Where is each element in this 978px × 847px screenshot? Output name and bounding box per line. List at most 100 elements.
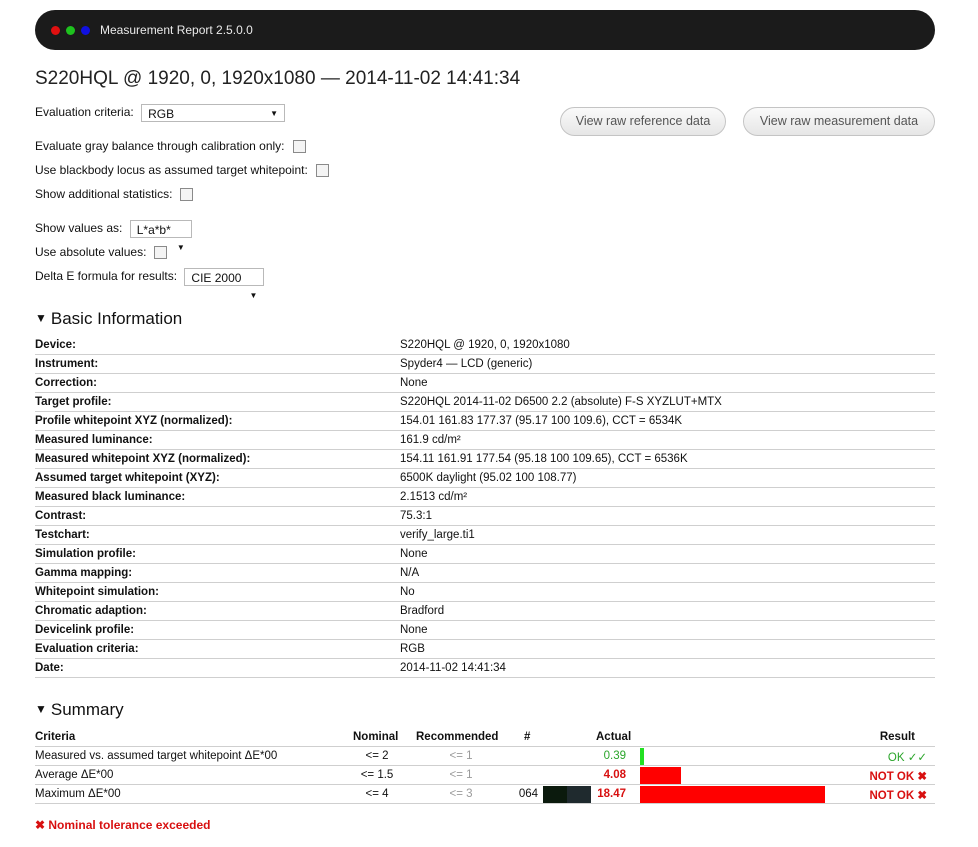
- color-swatch: [543, 786, 567, 803]
- info-key: Testchart:: [35, 529, 90, 541]
- basic-info-heading[interactable]: ▼ Basic Information: [35, 309, 182, 329]
- summary-row: Average ΔE*00 <= 1.5 <= 1 4.08 NOT OK ✖: [35, 766, 935, 785]
- blackbody-row: Use blackbody locus as assumed target wh…: [35, 163, 329, 178]
- delta-e-label: Delta E formula for results:: [35, 269, 178, 284]
- actual-value-bar: [640, 748, 644, 765]
- info-value: None: [400, 377, 428, 389]
- actual-value-bar: [640, 786, 825, 803]
- summary-heading[interactable]: ▼ Summary: [35, 700, 124, 720]
- criteria-cell: Measured vs. assumed target whitepoint Δ…: [35, 750, 278, 762]
- info-row: Devicelink profile: None: [35, 621, 935, 640]
- info-value: 161.9 cd/m²: [400, 434, 461, 446]
- minimize-button[interactable]: [66, 26, 75, 35]
- info-row: Correction: None: [35, 374, 935, 393]
- summary-table: Criteria Nominal Recommended # Actual Re…: [35, 728, 935, 804]
- maximize-button[interactable]: [81, 26, 90, 35]
- delta-e-select[interactable]: CIE 2000 ▼: [184, 268, 265, 300]
- summary-title: Summary: [50, 700, 124, 719]
- info-value: 2014-11-02 14:41:34: [400, 662, 506, 674]
- close-button[interactable]: [51, 26, 60, 35]
- tolerance-exceeded-note: ✖ Nominal tolerance exceeded: [35, 818, 211, 832]
- criteria-cell: Maximum ΔE*00: [35, 788, 121, 800]
- info-key: Date:: [35, 662, 64, 674]
- view-raw-measurement-button[interactable]: View raw measurement data: [743, 107, 935, 136]
- info-key: Evaluation criteria:: [35, 643, 139, 655]
- show-values-select[interactable]: L*a*b* ▼: [129, 220, 192, 252]
- chevron-down-icon: ▼: [270, 109, 279, 118]
- info-value: 154.01 161.83 177.37 (95.17 100 109.6), …: [400, 415, 683, 427]
- result-cell: OK ✓✓: [887, 752, 927, 764]
- info-row: Contrast: 75.3:1: [35, 507, 935, 526]
- blackbody-checkbox[interactable]: [315, 164, 329, 178]
- info-value: 2.1513 cd/m²: [400, 491, 468, 503]
- info-row: Measured black luminance: 2.1513 cd/m²: [35, 488, 935, 507]
- absolute-values-checkbox[interactable]: [154, 246, 168, 260]
- info-key: Target profile:: [35, 396, 112, 408]
- info-key: Device:: [35, 339, 76, 351]
- info-key: Chromatic adaption:: [35, 605, 147, 617]
- info-key: Whitepoint simulation:: [35, 586, 159, 598]
- info-row: Gamma mapping: N/A: [35, 564, 935, 583]
- nominal-cell: <= 2: [365, 750, 389, 762]
- window-title: Measurement Report 2.5.0.0: [100, 23, 253, 37]
- show-values-row: Show values as: L*a*b* ▼: [35, 220, 192, 252]
- absolute-values-row: Use absolute values:: [35, 245, 168, 260]
- additional-stats-label: Show additional statistics:: [35, 187, 173, 201]
- info-value: verify_large.ti1: [400, 529, 475, 541]
- gray-balance-label: Evaluate gray balance through calibratio…: [35, 139, 285, 153]
- info-value: Spyder4 — LCD (generic): [400, 358, 533, 370]
- result-cell: NOT OK ✖: [869, 771, 927, 783]
- info-value: S220HQL @ 1920, 0, 1920x1080: [400, 339, 570, 351]
- show-values-label: Show values as:: [35, 221, 123, 236]
- nominal-header: Nominal: [353, 731, 399, 743]
- delta-e-value: CIE 2000: [191, 271, 242, 285]
- absolute-values-label: Use absolute values:: [35, 245, 147, 259]
- delta-e-row: Delta E formula for results: CIE 2000 ▼: [35, 268, 265, 300]
- criteria-cell: Average ΔE*00: [35, 769, 114, 781]
- eval-criteria-select[interactable]: RGB ▼: [141, 104, 286, 122]
- info-key: Gamma mapping:: [35, 567, 133, 579]
- info-row: Profile whitepoint XYZ (normalized): 154.…: [35, 412, 935, 431]
- chevron-down-icon: ▼: [249, 291, 258, 300]
- info-key: Correction:: [35, 377, 97, 389]
- info-key: Measured black luminance:: [35, 491, 186, 503]
- window-titlebar: Measurement Report 2.5.0.0: [35, 10, 935, 50]
- actual-header: Actual: [596, 731, 632, 743]
- info-key: Simulation profile:: [35, 548, 136, 560]
- number-header: #: [524, 731, 531, 743]
- nominal-cell: <= 4: [365, 788, 389, 800]
- additional-stats-checkbox[interactable]: [180, 188, 194, 202]
- info-row: Testchart: verify_large.ti1: [35, 526, 935, 545]
- collapse-triangle-icon: ▼: [35, 702, 47, 716]
- info-key: Measured whitepoint XYZ (normalized):: [35, 453, 251, 465]
- blackbody-label: Use blackbody locus as assumed target wh…: [35, 163, 308, 177]
- info-row: Measured whitepoint XYZ (normalized): 154…: [35, 450, 935, 469]
- info-row: Instrument: Spyder4 — LCD (generic): [35, 355, 935, 374]
- info-row: Chromatic adaption: Bradford: [35, 602, 935, 621]
- collapse-triangle-icon: ▼: [35, 311, 47, 325]
- view-raw-reference-button[interactable]: View raw reference data: [560, 107, 726, 136]
- gray-balance-row: Evaluate gray balance through calibratio…: [35, 139, 306, 154]
- info-value: No: [400, 586, 415, 598]
- recommended-cell: <= 3: [449, 788, 473, 800]
- info-row: Whitepoint simulation: No: [35, 583, 935, 602]
- basic-info-table: Device: S220HQL @ 1920, 0, 1920x1080 Instr…: [35, 336, 935, 678]
- info-key: Measured luminance:: [35, 434, 153, 446]
- summary-header-row: Criteria Nominal Recommended # Actual Re…: [35, 728, 935, 747]
- actual-cell: 18.47: [597, 788, 626, 800]
- eval-criteria-label: Evaluation criteria:: [35, 105, 134, 120]
- info-value: N/A: [400, 567, 420, 579]
- eval-criteria-value: RGB: [148, 107, 175, 121]
- actual-value-bar: [640, 767, 681, 784]
- gray-balance-checkbox[interactable]: [292, 140, 306, 154]
- info-row: Target profile: S220HQL 2014-11-02 D6500 …: [35, 393, 935, 412]
- chevron-down-icon: ▼: [176, 243, 185, 252]
- actual-cell: 4.08: [603, 769, 626, 781]
- info-value: Bradford: [400, 605, 445, 617]
- recommended-header: Recommended: [416, 731, 499, 743]
- info-row: Device: S220HQL @ 1920, 0, 1920x1080: [35, 336, 935, 355]
- info-row: Date: 2014-11-02 14:41:34: [35, 659, 935, 678]
- summary-row: Maximum ΔE*00 <= 4 <= 3 064 18.47 NOT OK ✖: [35, 785, 935, 804]
- info-value: 6500K daylight (95.02 100 108.77): [400, 472, 577, 484]
- summary-row: Measured vs. assumed target whitepoint Δ…: [35, 747, 935, 766]
